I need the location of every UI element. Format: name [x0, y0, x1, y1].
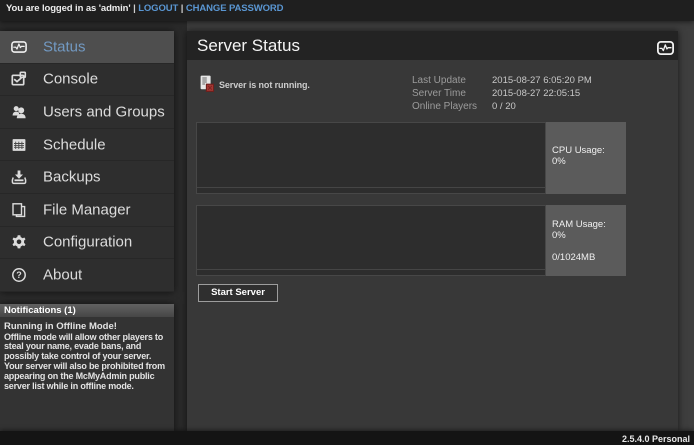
svg-text:?: ? — [16, 270, 22, 280]
